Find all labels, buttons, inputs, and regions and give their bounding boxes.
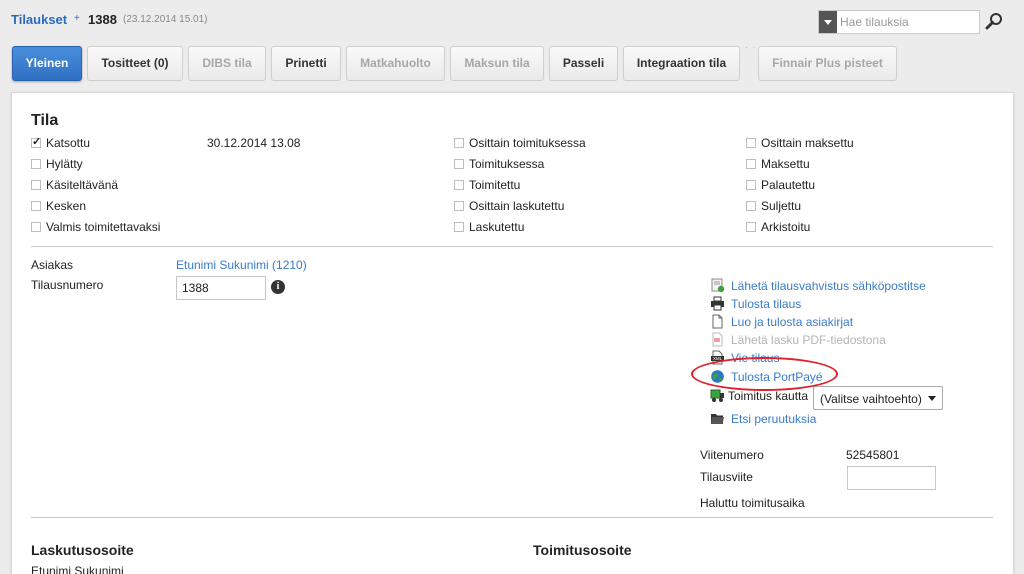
status-label: Katsottu [46,136,91,150]
status-label: Kesken [46,199,87,213]
status-label: Osittain maksettu [761,136,854,150]
desired-delivery-time-label: Haluttu toimitusaika [700,496,805,510]
billing-address-heading: Laskutusosoite [31,542,134,558]
action-label: Tulosta tilaus [731,297,802,311]
chevron-down-icon [928,396,936,401]
divider [31,246,993,247]
reference-number-value: 52545801 [846,448,900,462]
status-label: Toimituksessa [469,157,545,171]
order-number-label: Tilausnumero [31,278,104,292]
checkbox[interactable] [31,159,41,169]
tab-dibs-tila[interactable]: DIBS tila [188,46,266,81]
checkbox[interactable] [454,138,464,148]
status-label: Hylätty [46,157,83,171]
info-icon[interactable]: i [271,280,285,294]
email-icon [711,278,725,293]
truck-icon [710,389,724,402]
tab-matkahuolto[interactable]: Matkahuolto [346,46,445,81]
order-number-field[interactable] [176,276,266,300]
tab-prinetti[interactable]: Prinetti [271,46,341,81]
tab-overflow-dots: · · [745,42,757,52]
status-label: Suljettu [761,199,802,213]
checkbox[interactable] [454,222,464,232]
status-label: Laskutettu [469,220,525,234]
shipping-method-select[interactable]: (Valitse vaihtoehto) [813,386,943,410]
reference-number-label: Viitenumero [700,448,764,462]
action-label: Toimitus kautta [728,389,809,403]
action-label: Etsi peruutuksia [731,412,817,426]
status-label: Valmis toimitettavaksi [46,220,161,234]
action-label: Luo ja tulosta asiakirjat [731,315,854,329]
tab-yleinen[interactable]: Yleinen [12,46,82,81]
tab-tositteet[interactable]: Tositteet (0) [87,46,183,81]
status-label: Käsiteltävänä [46,178,119,192]
document-icon [712,314,723,329]
checkbox[interactable] [31,180,41,190]
action-label: Lähetä lasku PDF-tiedostona [731,333,886,347]
checkbox[interactable] [746,159,756,169]
printer-icon [711,296,724,311]
checkbox[interactable] [454,180,464,190]
status-label: Maksettu [761,157,810,171]
top-bar: Tilaukset + 1388 (23.12.2014 15.01) [0,0,1024,40]
checkbox[interactable] [746,201,756,211]
status-label: Arkistoitu [761,220,811,234]
search-icon[interactable] [985,12,1003,30]
pdf-icon [712,332,723,347]
checkbox[interactable] [746,222,756,232]
shipping-address-heading: Toimitusosoite [533,542,632,558]
billing-name: Etunimi Sukunimi [31,564,124,574]
checkbox[interactable] [746,138,756,148]
breadcrumb-orders-link[interactable]: Tilaukset [11,12,67,27]
customer-link[interactable]: Etunimi Sukunimi (1210) [176,258,307,272]
tab-bar: Yleinen Tositteet (0) DIBS tila Prinetti… [0,42,1024,82]
checkbox[interactable] [31,135,41,148]
order-reference-field[interactable] [847,466,936,490]
folder-icon [711,414,724,424]
page-title-order-number: 1388 [88,12,117,27]
checkbox[interactable] [454,201,464,211]
checkbox[interactable] [31,201,41,211]
checked-date: 30.12.2014 13.08 [207,136,301,150]
status-heading: Tila [31,112,59,129]
chevron-down-icon [824,20,832,25]
order-date: (23.12.2014 15.01) [123,14,208,25]
search-filter-dropdown[interactable] [819,11,837,33]
tab-passeli[interactable]: Passeli [549,46,618,81]
divider [31,517,993,518]
status-label: Osittain laskutettu [469,199,565,213]
tab-finnair-plus-pisteet[interactable]: Finnair Plus pisteet [758,46,897,81]
status-label: Osittain toimituksessa [469,136,586,150]
breadcrumb-separator: + [74,13,80,24]
action-label: Lähetä tilausvahvistus sähköpostitse [731,279,926,293]
order-panel: Tila Katsottu Hylätty Käsiteltävänä Kesk… [11,92,1014,574]
tab-integraation-tila[interactable]: Integraation tila [623,46,740,81]
search-box [818,10,980,34]
status-label: Palautettu [761,178,816,192]
customer-label: Asiakas [31,258,74,272]
checkbox[interactable] [746,180,756,190]
highlight-annotation [691,357,838,391]
checkbox[interactable] [31,222,41,232]
search-input[interactable] [838,11,978,33]
tab-maksun-tila[interactable]: Maksun tila [450,46,544,81]
shipping-method-select-value: (Valitse vaihtoehto) [820,392,922,406]
checkbox[interactable] [454,159,464,169]
status-label: Toimitettu [469,178,521,192]
order-reference-label: Tilausviite [700,470,753,484]
